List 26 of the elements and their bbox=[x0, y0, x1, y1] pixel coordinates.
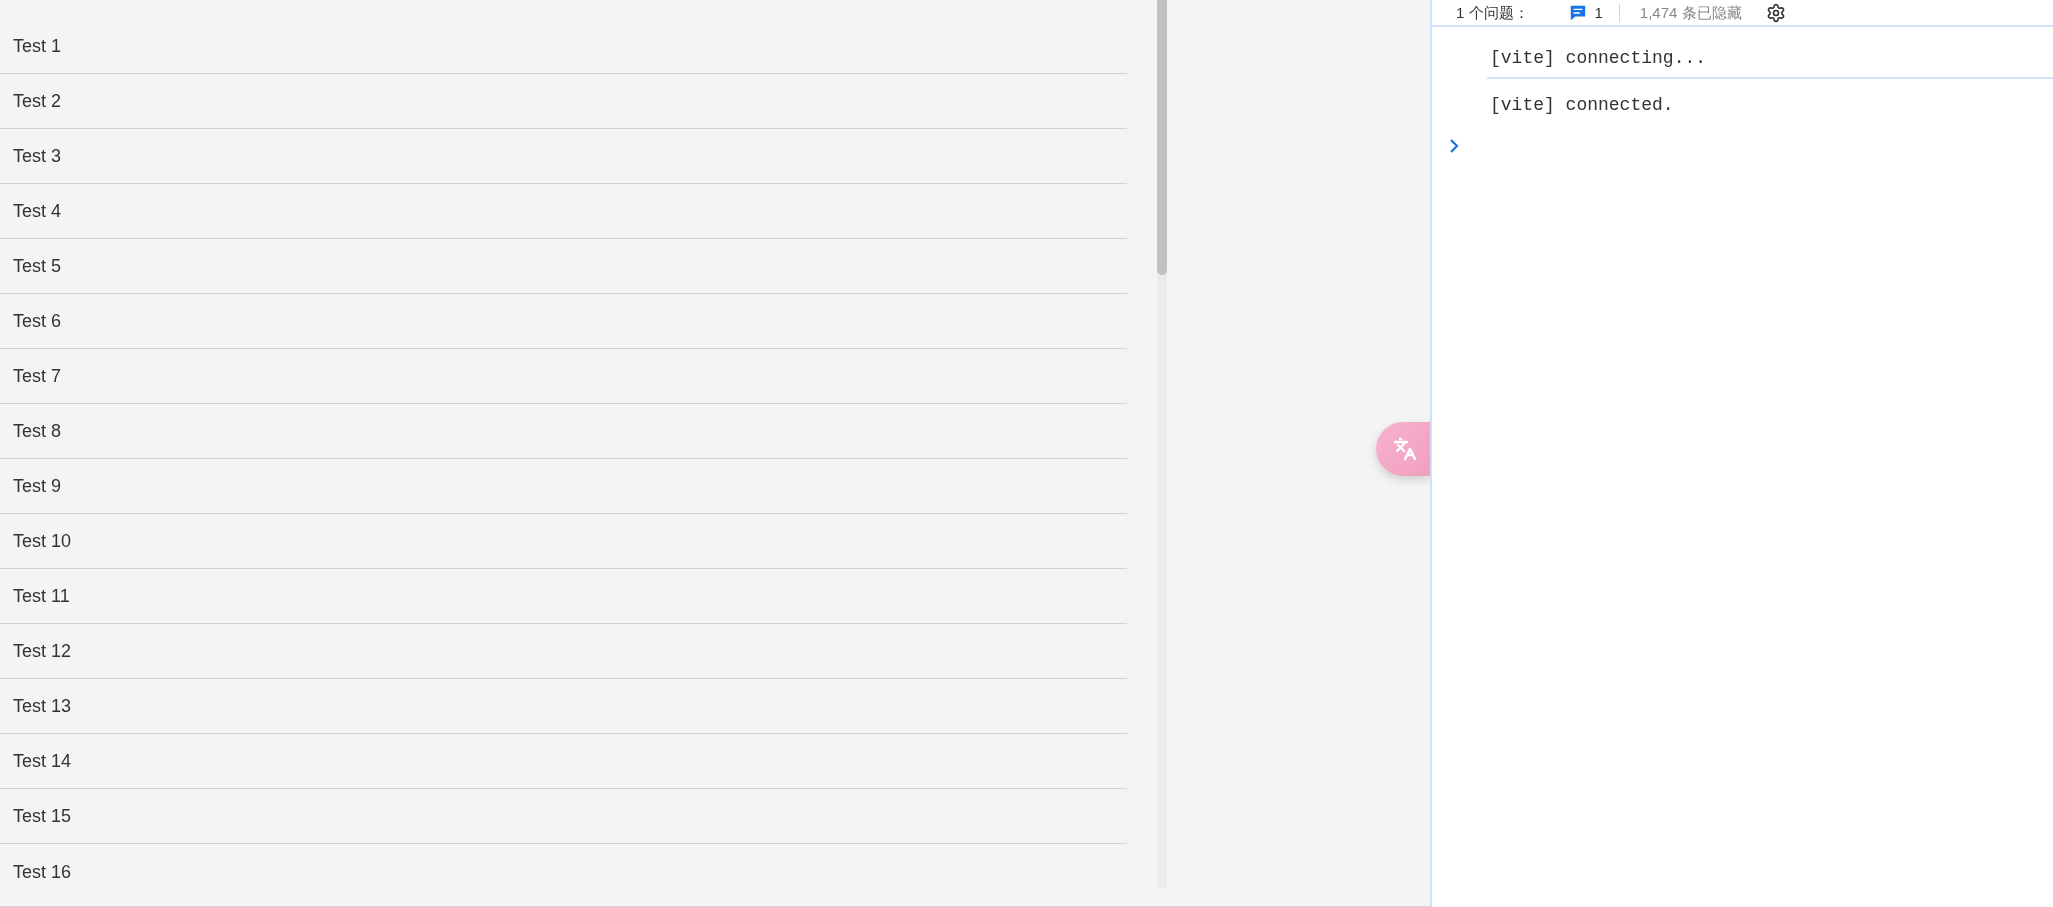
list-item[interactable]: Test 16 bbox=[13, 860, 72, 883]
console-message: [vite] connecting... bbox=[1490, 48, 1707, 68]
settings-icon[interactable] bbox=[1765, 2, 1786, 23]
list-item[interactable]: Test 13 bbox=[13, 695, 72, 717]
scrollbar-thumb[interactable] bbox=[1157, 0, 1167, 275]
list-item[interactable]: Test 10 bbox=[13, 530, 72, 552]
list-item[interactable]: Test 3 bbox=[13, 145, 62, 167]
list-item[interactable]: Test 1 bbox=[13, 35, 62, 57]
hidden-count: 1,474 条已隐藏 bbox=[1639, 3, 1742, 22]
list-item[interactable]: Test 2 bbox=[13, 90, 62, 112]
list-item[interactable]: Test 14 bbox=[13, 750, 72, 772]
list-item[interactable]: Test 6 bbox=[13, 310, 62, 332]
list-item[interactable]: Test 8 bbox=[13, 420, 62, 442]
chevron-right-icon[interactable] bbox=[1449, 138, 1459, 154]
issue-count[interactable]: 1 bbox=[1594, 3, 1603, 22]
issues-label: 1 个问题： bbox=[1456, 3, 1529, 22]
list-item[interactable]: Test 15 bbox=[13, 805, 72, 827]
list-item[interactable]: Test 5 bbox=[13, 255, 62, 277]
list-item[interactable]: Test 9 bbox=[13, 475, 62, 497]
list-item[interactable]: Test 12 bbox=[13, 640, 72, 662]
message-icon[interactable] bbox=[1568, 3, 1587, 22]
list-item[interactable]: Test 7 bbox=[13, 365, 62, 387]
list-item[interactable]: Test 4 bbox=[13, 200, 62, 222]
list-item[interactable]: Test 11 bbox=[13, 585, 70, 607]
translate-icon bbox=[1393, 437, 1417, 461]
console-message: [vite] connected. bbox=[1490, 95, 1674, 115]
